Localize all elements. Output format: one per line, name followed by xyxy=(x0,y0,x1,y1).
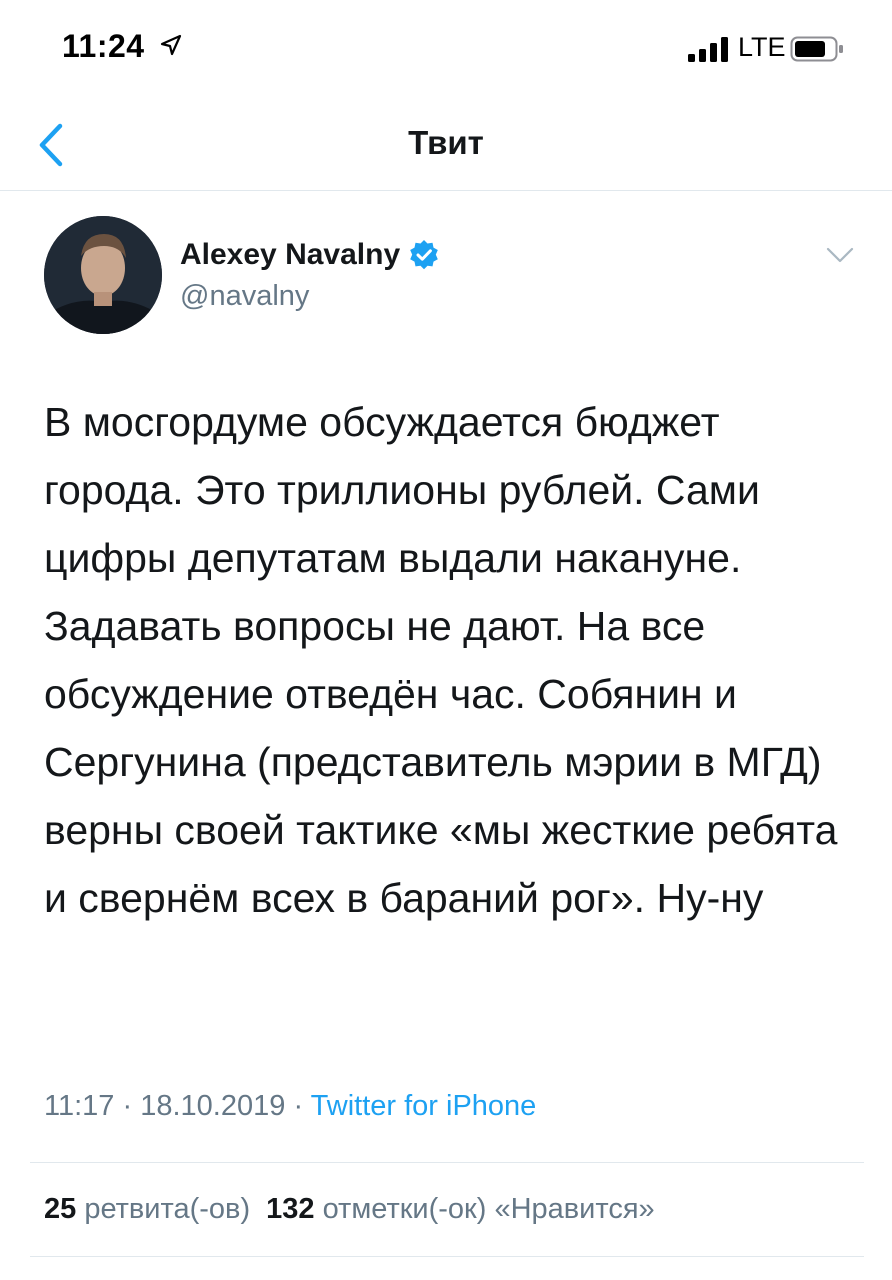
avatar-image xyxy=(44,216,162,334)
likes-label: отметки(-ок) «Нравится» xyxy=(322,1193,655,1225)
avatar[interactable] xyxy=(44,216,162,334)
location-arrow-icon xyxy=(160,34,182,56)
likes-stat[interactable]: 132 отметки(-ок) «Нравится» xyxy=(266,1193,655,1225)
author-line: Alexey Navalny xyxy=(180,238,440,272)
meta-separator: · xyxy=(293,1090,304,1122)
status-bar: 11:24 LTE xyxy=(0,0,892,100)
tweet-meta: 11:17 · 18.10.2019 · Twitter for iPhone xyxy=(44,1090,536,1123)
retweets-label: ретвита(-ов) xyxy=(84,1193,251,1225)
network-type-label: LTE xyxy=(738,32,786,62)
tweet-source-link[interactable]: Twitter for iPhone xyxy=(311,1090,537,1122)
status-time: 11:24 xyxy=(62,28,145,64)
cell-signal-icon xyxy=(688,37,728,62)
tweet-date: 18.10.2019 xyxy=(140,1090,286,1122)
author-name[interactable]: Alexey Navalny xyxy=(180,238,400,272)
meta-separator: · xyxy=(122,1090,133,1122)
tweet-text: В мосгордуме обсуждается бюджет города. … xyxy=(44,399,838,921)
tweet-stats: 25 ретвита(-ов) 132 отметки(-ок) «Нравитс… xyxy=(44,1193,655,1226)
retweets-stat[interactable]: 25 ретвита(-ов) xyxy=(44,1193,250,1225)
retweets-count: 25 xyxy=(44,1193,77,1225)
verified-badge-icon xyxy=(410,240,438,270)
tweet-time: 11:17 xyxy=(44,1090,115,1122)
likes-count: 132 xyxy=(266,1193,315,1225)
nav-bar: Твит xyxy=(0,100,892,191)
author-handle[interactable]: @navalny xyxy=(180,280,309,313)
divider xyxy=(30,1256,864,1257)
chevron-down-icon[interactable] xyxy=(826,246,854,264)
tweet-header: Alexey Navalny @navalny xyxy=(0,190,892,360)
battery-icon xyxy=(790,36,843,62)
divider xyxy=(30,1162,864,1163)
page-title: Твит xyxy=(408,124,484,161)
